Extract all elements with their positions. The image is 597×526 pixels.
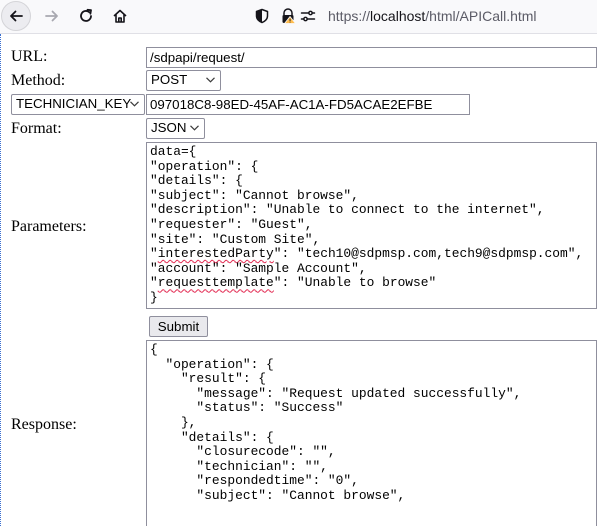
format-select[interactable]: JSON (146, 118, 205, 139)
permissions-icon[interactable] (300, 8, 316, 24)
format-select-value: JSON (151, 120, 187, 135)
param-line: "subject": "Cannot browse", (150, 187, 359, 203)
browser-toolbar: https://localhost/html/APICall.html (0, 0, 597, 34)
param-line: "requesttemplate": "Unable to browse" (150, 275, 437, 291)
reload-button[interactable] (72, 2, 100, 30)
url-label: URL: (11, 48, 48, 65)
response-line: "result": { (150, 371, 267, 387)
response-textarea[interactable]: { "operation": { "result": { "message": … (146, 340, 597, 526)
format-label: Format: (11, 120, 62, 137)
param-line: "account": "Sample Account", (150, 260, 367, 276)
response-line: }, (150, 414, 197, 430)
response-line: "operation": { (150, 356, 274, 372)
param-line: "interestedParty": "tech10@sdpmsp.com,te… (150, 246, 584, 262)
forward-button[interactable] (38, 2, 66, 30)
back-button[interactable] (1, 1, 31, 31)
reload-icon (80, 8, 92, 22)
lock-warning-icon[interactable] (280, 8, 296, 24)
response-line: { (150, 342, 158, 357)
page-focus-border (0, 34, 1, 526)
param-line: "details": { (150, 173, 243, 189)
address-bar[interactable]: https://localhost/html/APICall.html (244, 2, 597, 30)
chevron-down-icon (190, 125, 199, 131)
url-host: localhost (370, 8, 426, 24)
param-line: "requester": "Guest", (150, 216, 313, 232)
key-type-select-value: TECHNICIAN_KEY (16, 96, 132, 111)
url-text[interactable]: https://localhost/html/APICall.html (328, 8, 537, 24)
shield-icon[interactable] (254, 8, 270, 24)
param-line: "operation": { (150, 158, 259, 174)
method-select[interactable]: POST (146, 70, 221, 91)
response-line: "respondedtime": "0", (150, 473, 359, 489)
param-line: } (150, 289, 158, 305)
submit-button[interactable]: Submit (149, 316, 208, 337)
chevron-down-icon (206, 77, 215, 83)
response-line: "status": "Success" (150, 400, 344, 416)
response-line: "details": { (150, 429, 274, 445)
url-path: /html/APICall.html (425, 8, 537, 24)
parameters-label: Parameters: (11, 218, 87, 235)
method-label: Method: (11, 72, 66, 89)
param-line: "site": "Custom Site", (150, 231, 321, 247)
technician-key-input[interactable]: 097018C8-98ED-45AF-AC1A-FD5ACAE2EFBE (146, 94, 470, 115)
back-arrow-icon (10, 10, 23, 22)
response-line: "message": "Request updated successfully… (150, 385, 522, 401)
home-icon (113, 9, 127, 23)
key-type-select[interactable]: TECHNICIAN_KEY (11, 94, 145, 115)
param-line: "description": "Unable to connect to the… (150, 202, 545, 218)
url-scheme: https:// (328, 8, 371, 24)
response-line: "technician": "", (150, 458, 328, 474)
home-button[interactable] (106, 2, 134, 30)
param-line: data={ (150, 144, 197, 159)
chevron-down-icon (130, 101, 139, 107)
forward-arrow-icon (45, 10, 58, 22)
method-select-value: POST (151, 72, 188, 87)
response-line: "closurecode": "", (150, 444, 336, 460)
response-line: "subject": "Cannot browse", (150, 487, 406, 503)
parameters-textarea[interactable]: data={"operation": {"details": {"subject… (146, 142, 597, 309)
response-label: Response: (11, 416, 77, 433)
api-url-input[interactable]: /sdpapi/request/ (146, 47, 597, 68)
